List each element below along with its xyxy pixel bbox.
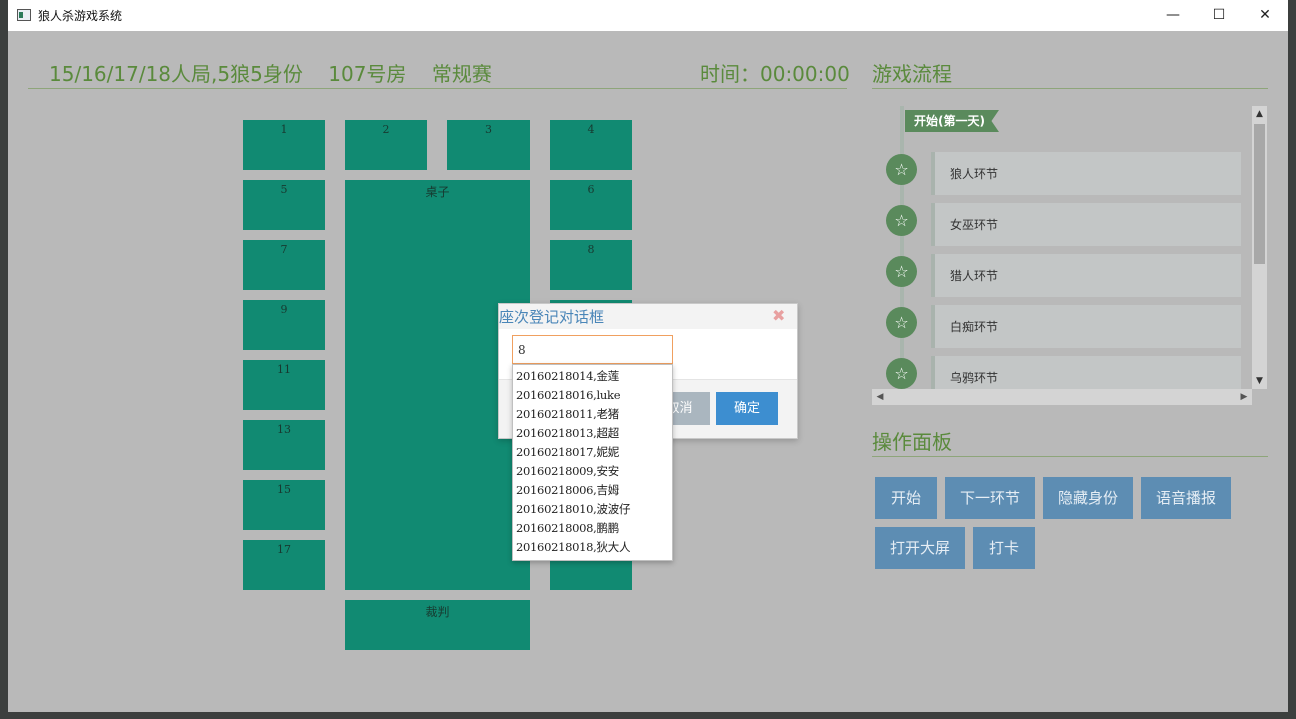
scroll-up-icon[interactable]: ▲	[1252, 106, 1267, 122]
flow-step-label: 猎人环节	[950, 269, 999, 283]
open-big-screen-button[interactable]: 打开大屏	[875, 527, 965, 569]
seat-13[interactable]: 13	[243, 420, 325, 470]
voice-broadcast-button[interactable]: 语音播报	[1141, 477, 1231, 519]
confirm-button[interactable]: 确定	[716, 392, 778, 425]
list-item[interactable]: 20160218018,狄大人	[513, 538, 672, 557]
scroll-right-icon[interactable]: ▶	[1236, 389, 1252, 405]
hide-identity-button[interactable]: 隐藏身份	[1043, 477, 1133, 519]
list-item[interactable]: 20160218010,波波仔	[513, 500, 672, 519]
star-icon: ☆	[886, 256, 917, 287]
dialog-header[interactable]: 座次登记对话框 ✖	[499, 304, 797, 329]
flow-step[interactable]: ☆ 女巫环节	[872, 203, 1252, 247]
flow-step[interactable]: ☆ 狼人环节	[872, 152, 1252, 196]
list-item[interactable]: 20160218006,吉姆	[513, 481, 672, 500]
flow-step-card[interactable]: 狼人环节	[931, 152, 1241, 195]
flow-step-label: 乌鸦环节	[950, 371, 999, 385]
list-item[interactable]: 20160218011,老猪	[513, 405, 672, 424]
app-icon	[17, 9, 31, 21]
list-item[interactable]: 20160218014,金莲	[513, 367, 672, 386]
flow-step-label: 白痴环节	[950, 320, 999, 334]
flow-step-card[interactable]: 猎人环节	[931, 254, 1241, 297]
app-window: 狼人杀游戏系统 — ☐ ✕ 15/16/17/18人局,5狼5身份 107号房 …	[8, 0, 1288, 712]
scroll-down-icon[interactable]: ▼	[1252, 373, 1267, 389]
flow-panel[interactable]: 开始(第一天) ☆ 狼人环节 ☆ 女巫环节 ☆ 猎人环节 ☆ 白痴环节 ☆ 乌鸦…	[872, 106, 1268, 406]
check-in-button[interactable]: 打卡	[973, 527, 1035, 569]
seat-5[interactable]: 5	[243, 180, 325, 230]
flow-title: 游戏流程	[872, 62, 952, 86]
seat-3[interactable]: 3	[447, 120, 530, 170]
flow-step-card[interactable]: 女巫环节	[931, 203, 1241, 246]
seat-6[interactable]: 6	[550, 180, 632, 230]
window-title: 狼人杀游戏系统	[38, 9, 123, 23]
flow-step[interactable]: ☆ 猎人环节	[872, 254, 1252, 298]
scroll-thumb[interactable]	[1254, 124, 1265, 264]
seat-1[interactable]: 1	[243, 120, 325, 170]
flow-divider	[872, 88, 1268, 89]
seat-9[interactable]: 9	[243, 300, 325, 350]
ops-divider	[872, 456, 1268, 457]
flow-horizontal-scrollbar[interactable]: ◀ ▶	[872, 389, 1252, 405]
flow-step-card[interactable]: 白痴环节	[931, 305, 1241, 348]
title-bar[interactable]: 狼人杀游戏系统 — ☐ ✕	[8, 0, 1288, 31]
star-icon: ☆	[886, 307, 917, 338]
list-item[interactable]: 20160218013,超超	[513, 424, 672, 443]
flow-step[interactable]: ☆ 白痴环节	[872, 305, 1252, 349]
flow-vertical-scrollbar[interactable]: ▲ ▼	[1252, 106, 1267, 389]
seat-7[interactable]: 7	[243, 240, 325, 290]
close-button[interactable]: ✕	[1242, 0, 1288, 31]
minimize-button[interactable]: —	[1150, 0, 1196, 31]
seat-11[interactable]: 11	[243, 360, 325, 410]
seat-8[interactable]: 8	[550, 240, 632, 290]
list-item[interactable]: 20160218016,luke	[513, 386, 672, 405]
star-icon: ☆	[886, 205, 917, 236]
scroll-left-icon[interactable]: ◀	[872, 389, 888, 405]
dialog-title: 座次登记对话框	[499, 308, 605, 326]
start-button[interactable]: 开始	[875, 477, 937, 519]
game-info: 15/16/17/18人局,5狼5身份 107号房 常规赛	[49, 62, 492, 86]
list-item[interactable]: 20160218017,妮妮	[513, 443, 672, 462]
seat-17[interactable]: 17	[243, 540, 325, 590]
star-icon: ☆	[886, 358, 917, 389]
ops-title: 操作面板	[872, 430, 952, 454]
maximize-button[interactable]: ☐	[1196, 0, 1242, 31]
flow-step-label: 女巫环节	[950, 218, 999, 232]
seat-number-input[interactable]	[512, 335, 673, 364]
flow-start-tag: 开始(第一天)	[905, 110, 999, 132]
seat-2[interactable]: 2	[345, 120, 427, 170]
next-step-button[interactable]: 下一环节	[945, 477, 1035, 519]
list-item[interactable]: 20160218009,安安	[513, 462, 672, 481]
star-icon: ☆	[886, 154, 917, 185]
autocomplete-list: 20160218014,金莲 20160218016,luke 20160218…	[512, 364, 673, 561]
header-divider	[28, 88, 847, 89]
seat-4[interactable]: 4	[550, 120, 632, 170]
list-item[interactable]: 20160218008,鹏鹏	[513, 519, 672, 538]
game-timer: 时间：00:00:00	[700, 62, 850, 86]
main-content: 15/16/17/18人局,5狼5身份 107号房 常规赛 时间：00:00:0…	[8, 31, 1288, 712]
judge-seat[interactable]: 裁判	[345, 600, 530, 650]
flow-step-label: 狼人环节	[950, 167, 999, 181]
seat-15[interactable]: 15	[243, 480, 325, 530]
close-icon[interactable]: ✖	[772, 306, 785, 325]
